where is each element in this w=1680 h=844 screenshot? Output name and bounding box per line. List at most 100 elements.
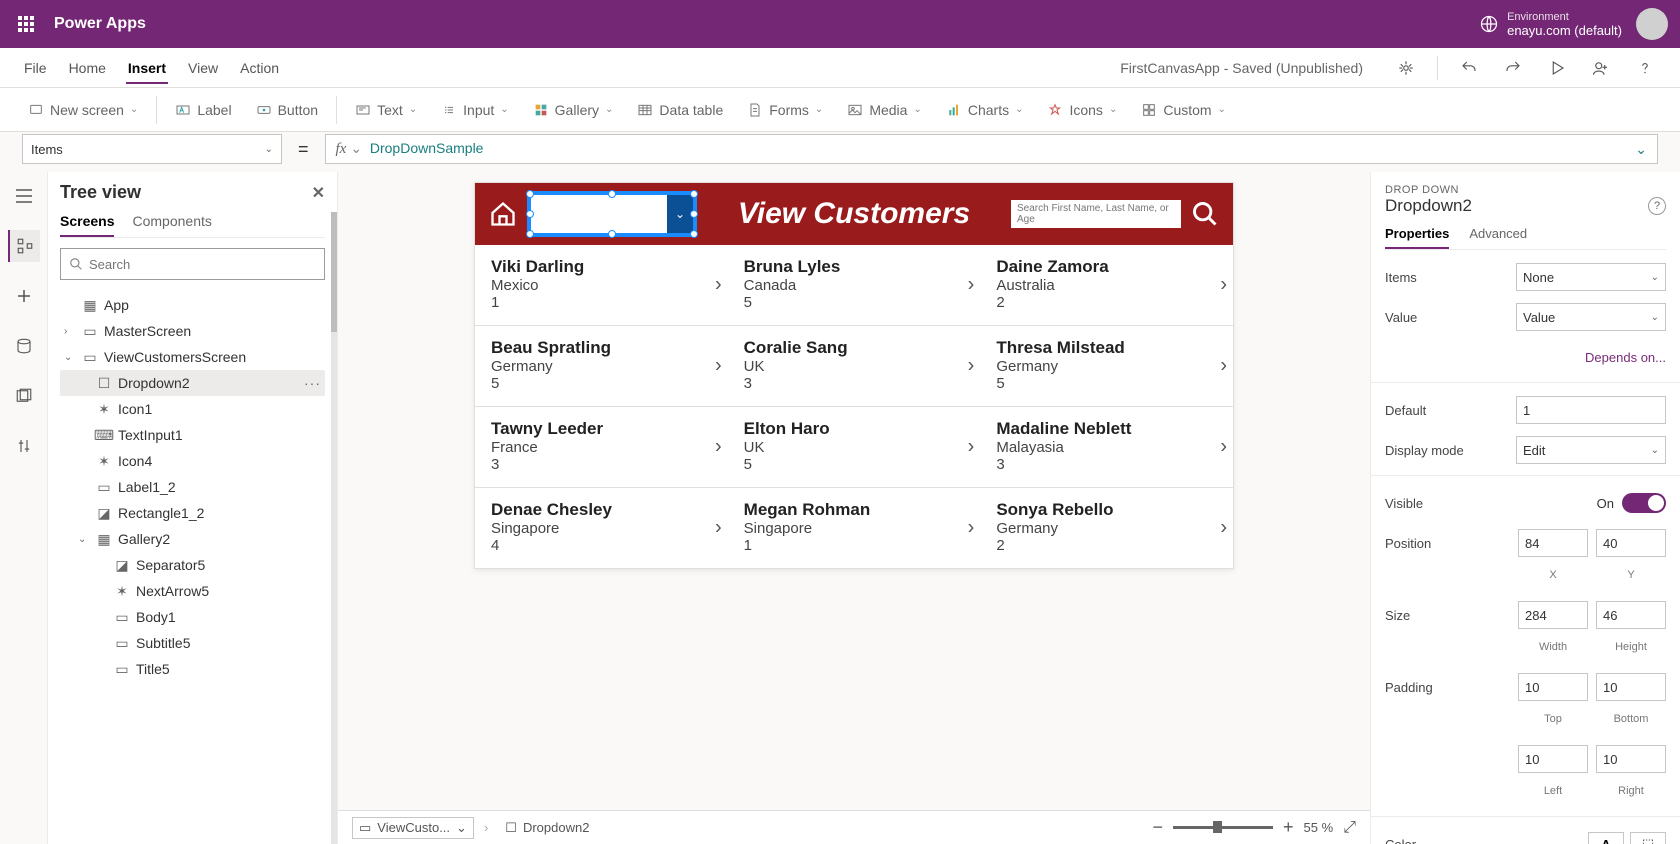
tree-node-app[interactable]: ▦App xyxy=(60,292,325,318)
menu-view[interactable]: View xyxy=(186,52,220,84)
fit-to-window-button[interactable]: ⤢ xyxy=(1343,819,1356,837)
position-y-input[interactable]: 40 xyxy=(1596,529,1666,557)
tree-node-body1[interactable]: ▭Body1 xyxy=(60,604,325,630)
tree-node-title5[interactable]: ▭Title5 xyxy=(60,656,325,682)
text-dropdown[interactable]: Text⌄ xyxy=(349,98,423,122)
tree-node-label1-2[interactable]: ▭Label1_2 xyxy=(60,474,325,500)
tree-node-icon4[interactable]: ✶Icon4 xyxy=(60,448,325,474)
preview-button[interactable] xyxy=(1544,55,1570,81)
share-button[interactable] xyxy=(1588,55,1614,81)
new-screen-button[interactable]: New screen⌄ xyxy=(22,98,144,122)
app-checker-button[interactable] xyxy=(1393,55,1419,81)
tree-scrollbar[interactable] xyxy=(331,212,337,844)
chevron-right-icon[interactable]: › xyxy=(1220,355,1227,378)
padding-bottom-input[interactable]: 10 xyxy=(1596,673,1666,701)
tree-node-separator5[interactable]: ◪Separator5 xyxy=(60,552,325,578)
height-input[interactable]: 46 xyxy=(1596,601,1666,629)
chevron-right-icon[interactable]: › xyxy=(715,436,722,459)
tree-view-button[interactable] xyxy=(8,230,40,262)
label-button[interactable]: Label xyxy=(169,98,237,122)
button-button[interactable]: Button xyxy=(250,98,324,122)
chevron-right-icon[interactable]: › xyxy=(715,274,722,297)
tree-node-dropdown2[interactable]: ☐Dropdown2··· xyxy=(60,370,325,396)
tab-components[interactable]: Components xyxy=(132,213,211,237)
chevron-right-icon[interactable]: › xyxy=(968,436,975,459)
gallery-item[interactable]: Viki DarlingMexico1› xyxy=(475,245,728,325)
gallery-item[interactable]: Bruna LylesCanada5› xyxy=(728,245,981,325)
visible-toggle[interactable] xyxy=(1622,493,1666,513)
chevron-right-icon[interactable]: › xyxy=(968,274,975,297)
user-avatar[interactable] xyxy=(1636,8,1668,40)
tree-node-gallery2[interactable]: ⌄▦Gallery2 xyxy=(60,526,325,552)
undo-button[interactable] xyxy=(1456,55,1482,81)
tab-screens[interactable]: Screens xyxy=(60,213,114,237)
custom-dropdown[interactable]: Custom⌄ xyxy=(1135,98,1232,122)
formula-input[interactable]: fx⌄ DropDownSample ⌄ xyxy=(325,134,1658,164)
position-x-input[interactable]: 84 xyxy=(1518,529,1588,557)
app-preview[interactable]: ⌄ View Customers Search First Name, Last… xyxy=(474,182,1234,569)
close-icon[interactable]: ✕ xyxy=(312,183,325,203)
gallery-item[interactable]: Beau SpratlingGermany5› xyxy=(475,326,728,406)
input-dropdown[interactable]: Input⌄ xyxy=(435,98,515,122)
menu-file[interactable]: File xyxy=(22,52,49,84)
gallery-item[interactable]: Madaline NeblettMalayasia3› xyxy=(980,407,1233,487)
charts-dropdown[interactable]: Charts⌄ xyxy=(940,98,1030,122)
chevron-right-icon[interactable]: › xyxy=(1220,436,1227,459)
gallery-item[interactable]: Thresa MilsteadGermany5› xyxy=(980,326,1233,406)
padding-right-input[interactable]: 10 xyxy=(1596,745,1666,773)
menu-action[interactable]: Action xyxy=(238,52,281,84)
tree-node-subtitle5[interactable]: ▭Subtitle5 xyxy=(60,630,325,656)
gallery-item[interactable]: Megan RohmanSingapore1› xyxy=(728,488,981,568)
icons-dropdown[interactable]: Icons⌄ xyxy=(1041,98,1123,122)
data-table-button[interactable]: Data table xyxy=(631,98,729,122)
breadcrumb-control[interactable]: ☐Dropdown2 xyxy=(498,817,596,839)
menu-insert[interactable]: Insert xyxy=(126,52,168,84)
chevron-right-icon[interactable]: › xyxy=(968,517,975,540)
more-icon[interactable]: ··· xyxy=(304,375,321,391)
gallery-dropdown[interactable]: Gallery⌄ xyxy=(527,98,620,122)
environment-selector[interactable]: Environment enayu.com (default) xyxy=(1479,10,1622,38)
gallery-item[interactable]: Sonya RebelloGermany2› xyxy=(980,488,1233,568)
tab-properties[interactable]: Properties xyxy=(1385,226,1449,249)
chevron-right-icon[interactable]: › xyxy=(968,355,975,378)
advanced-tools-button[interactable] xyxy=(8,430,40,462)
menu-home[interactable]: Home xyxy=(67,52,108,84)
tree-node-nextarrow5[interactable]: ✶NextArrow5 xyxy=(60,578,325,604)
gallery-item[interactable]: Denae ChesleySingapore4› xyxy=(475,488,728,568)
tree-node-masterscreen[interactable]: ›▭MasterScreen xyxy=(60,318,325,344)
search-icon[interactable] xyxy=(1191,200,1219,228)
items-select[interactable]: None⌄ xyxy=(1516,263,1666,291)
tree-node-textinput1[interactable]: ⌨TextInput1 xyxy=(60,422,325,448)
customer-search-input[interactable]: Search First Name, Last Name, or Age xyxy=(1011,200,1181,228)
chevron-right-icon[interactable]: › xyxy=(1220,274,1227,297)
breadcrumb-screen[interactable]: ▭ViewCusto...⌄ xyxy=(352,817,474,839)
home-icon[interactable] xyxy=(489,200,517,228)
depends-on-link[interactable]: Depends on... xyxy=(1585,350,1666,365)
width-input[interactable]: 284 xyxy=(1518,601,1588,629)
tree-node-viewcustomers[interactable]: ⌄▭ViewCustomersScreen xyxy=(60,344,325,370)
hamburger-icon[interactable] xyxy=(8,180,40,212)
zoom-in-button[interactable]: + xyxy=(1283,817,1294,838)
gallery-item[interactable]: Coralie SangUK3› xyxy=(728,326,981,406)
media-button[interactable] xyxy=(8,380,40,412)
customer-gallery[interactable]: Viki DarlingMexico1›Bruna LylesCanada5›D… xyxy=(475,245,1233,568)
chevron-right-icon[interactable]: › xyxy=(715,355,722,378)
color-swatch-fill[interactable]: ⬚ xyxy=(1630,832,1666,844)
gallery-item[interactable]: Daine ZamoraAustralia2› xyxy=(980,245,1233,325)
property-selector[interactable]: Items⌄ xyxy=(22,134,282,164)
zoom-slider[interactable] xyxy=(1173,826,1273,829)
padding-left-input[interactable]: 10 xyxy=(1518,745,1588,773)
help-button[interactable] xyxy=(1632,55,1658,81)
tree-search-input[interactable] xyxy=(89,257,316,272)
forms-dropdown[interactable]: Forms⌄ xyxy=(741,98,829,122)
zoom-out-button[interactable]: − xyxy=(1153,817,1164,838)
redo-button[interactable] xyxy=(1500,55,1526,81)
gallery-item[interactable]: Elton HaroUK5› xyxy=(728,407,981,487)
tree-node-rectangle1-2[interactable]: ◪Rectangle1_2 xyxy=(60,500,325,526)
default-input[interactable]: 1 xyxy=(1516,396,1666,424)
media-dropdown[interactable]: Media⌄ xyxy=(841,98,928,122)
data-button[interactable] xyxy=(8,330,40,362)
help-icon[interactable]: ? xyxy=(1648,197,1666,215)
dropdown2-control[interactable]: ⌄ xyxy=(527,191,697,237)
value-select[interactable]: Value⌄ xyxy=(1516,303,1666,331)
